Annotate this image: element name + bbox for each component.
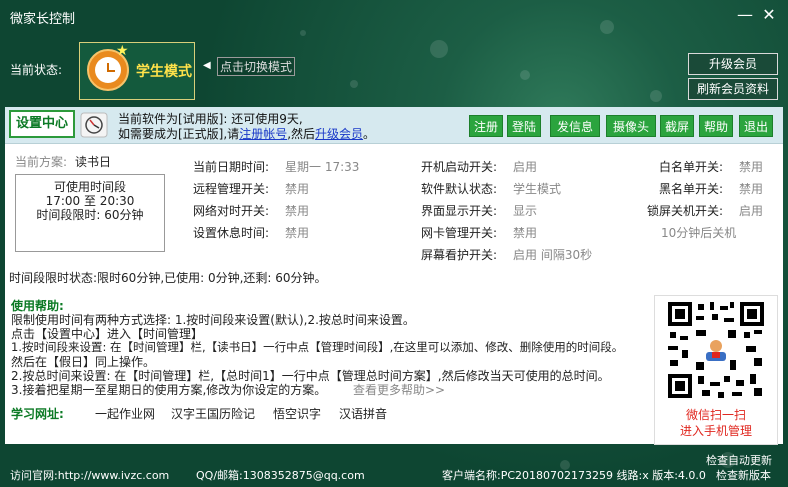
more-help-link[interactable]: 查看更多帮助>> bbox=[353, 381, 445, 398]
app-logo-icon bbox=[80, 112, 108, 138]
refresh-vip-button[interactable]: 刷新会员资料 bbox=[688, 78, 778, 100]
net-time-value[interactable]: 禁用 bbox=[285, 202, 309, 219]
plan-value[interactable]: 读书日 bbox=[75, 153, 111, 170]
current-status-label: 当前状态: bbox=[10, 63, 63, 77]
upgrade-vip-button[interactable]: 升级会员 bbox=[688, 53, 778, 75]
register-link[interactable]: 注册帐号 bbox=[239, 127, 287, 141]
mode-badge: ★ 学生模式 bbox=[79, 42, 195, 100]
rest-time-value[interactable]: 禁用 bbox=[285, 224, 309, 241]
default-state-value[interactable]: 学生模式 bbox=[513, 180, 561, 197]
help-button[interactable]: 帮助 bbox=[699, 115, 733, 137]
upgrade-link[interactable]: 升级会员 bbox=[315, 127, 363, 141]
water-drop-decoration bbox=[520, 70, 530, 80]
qr-code-icon[interactable] bbox=[666, 300, 766, 400]
learning-link[interactable]: 悟空识字 bbox=[273, 405, 321, 422]
learning-link[interactable]: 一起作业网 bbox=[95, 405, 155, 422]
screen-care-label: 屏幕看护开关: bbox=[421, 248, 498, 262]
remote-manage-value[interactable]: 禁用 bbox=[285, 180, 309, 197]
check-new-version-link[interactable]: 检查新版本 bbox=[716, 467, 771, 483]
check-auto-update-link[interactable]: 检查自动更新 bbox=[706, 452, 772, 468]
water-drop-decoration bbox=[650, 90, 662, 102]
boot-start-value[interactable]: 启用 bbox=[513, 158, 537, 175]
remote-manage-label: 远程管理开关: bbox=[193, 182, 270, 196]
learning-label: 学习网址: bbox=[11, 407, 64, 421]
register-button[interactable]: 注册 bbox=[469, 115, 503, 137]
net-time-label: 网络对时开关: bbox=[193, 204, 270, 218]
qr-caption-scan: 微信扫一扫 bbox=[685, 408, 746, 422]
whitelist-value[interactable]: 禁用 bbox=[739, 158, 763, 175]
send-message-button[interactable]: 发信息 bbox=[550, 115, 600, 137]
default-state-label: 软件默认状态: bbox=[421, 182, 498, 196]
date-time-label: 当前日期时间: bbox=[193, 160, 270, 174]
water-drop-decoration bbox=[350, 80, 358, 88]
time-slot-box: 可使用时间段 17:00 至 20:30 时间段限时: 60分钟 bbox=[15, 174, 165, 252]
current-mode-text: 学生模式 bbox=[136, 64, 192, 80]
learning-link[interactable]: 汉语拼音 bbox=[339, 405, 387, 422]
register-hint-line: 如需要成为[正式版],请注册帐号,然后升级会员。 bbox=[118, 127, 376, 141]
water-drop-decoration bbox=[430, 40, 448, 58]
footer-bar: 访问官网:http://www.ivzc.com QQ/邮箱:130835287… bbox=[0, 450, 788, 487]
help-line: 3.接着把星期一至星期日的使用方案,修改为你设定的方案。 bbox=[11, 383, 327, 397]
content-panel: 设置中心 当前软件为[试用版]: 还可使用9天, 如需要成为[正式版],请注册帐… bbox=[5, 107, 783, 445]
ui-display-value[interactable]: 显示 bbox=[513, 202, 537, 219]
window-title: 微家长控制 bbox=[10, 12, 76, 27]
info-toolbar: 设置中心 当前软件为[试用版]: 还可使用9天, 如需要成为[正式版],请注册帐… bbox=[5, 107, 783, 144]
qr-panel: 微信扫一扫 进入手机管理 bbox=[654, 295, 778, 445]
time-limit-status: 时间段限时状态:限时60分钟,已使用: 0分钟,还剩: 60分钟。 bbox=[9, 271, 327, 285]
client-info: 客户端名称:PC20180702173259 线路:x 版本:4.0.0 bbox=[442, 469, 706, 482]
minimize-button[interactable]: — bbox=[734, 4, 756, 26]
arrow-left-icon: ◀ bbox=[203, 60, 211, 71]
nic-manage-label: 网卡管理开关: bbox=[421, 226, 498, 240]
shutdown-note: 10分钟后关机 bbox=[661, 226, 737, 240]
water-drop-decoration bbox=[300, 30, 306, 36]
close-button[interactable]: ✕ bbox=[758, 4, 780, 26]
official-site-link[interactable]: 访问官网:http://www.ivzc.com bbox=[10, 467, 169, 483]
ui-display-label: 界面显示开关: bbox=[421, 204, 498, 218]
date-time-value: 星期一 17:33 bbox=[285, 160, 360, 174]
lockscreen-label: 锁屏关机开关: bbox=[647, 204, 724, 218]
settings-center-button[interactable]: 设置中心 bbox=[9, 110, 75, 138]
switch-mode-link[interactable]: 点击切换模式 bbox=[217, 57, 296, 76]
lockscreen-value[interactable]: 启用 bbox=[739, 202, 763, 219]
time-slot-limit: 时间段限时: 60分钟 bbox=[36, 208, 144, 222]
title-bar: 微家长控制 — ✕ bbox=[0, 0, 788, 30]
star-icon: ★ bbox=[116, 43, 129, 59]
blacklist-label: 黑名单开关: bbox=[659, 182, 724, 196]
screen-care-value[interactable]: 启用 间隔30秒 bbox=[513, 246, 592, 263]
login-button[interactable]: 登陆 bbox=[507, 115, 541, 137]
contact-info: QQ/邮箱:1308352875@qq.com bbox=[196, 469, 365, 482]
nic-manage-value[interactable]: 禁用 bbox=[513, 224, 537, 241]
whitelist-label: 白名单开关: bbox=[659, 160, 724, 174]
rest-time-label: 设置休息时间: bbox=[193, 226, 270, 240]
exit-button[interactable]: 退出 bbox=[739, 115, 773, 137]
qr-caption-manage: 进入手机管理 bbox=[679, 424, 752, 438]
main-window: 微家长控制 — ✕ 当前状态: ★ 学生模式 ◀ 点击切换模式 升级会员 刷新会… bbox=[0, 0, 788, 487]
screenshot-button[interactable]: 截屏 bbox=[660, 115, 694, 137]
learning-link[interactable]: 汉字王国历险记 bbox=[171, 405, 255, 422]
blacklist-value[interactable]: 禁用 bbox=[739, 180, 763, 197]
boot-start-label: 开机启动开关: bbox=[421, 160, 498, 174]
camera-button[interactable]: 摄像头 bbox=[606, 115, 656, 137]
plan-label: 当前方案: bbox=[15, 155, 68, 169]
